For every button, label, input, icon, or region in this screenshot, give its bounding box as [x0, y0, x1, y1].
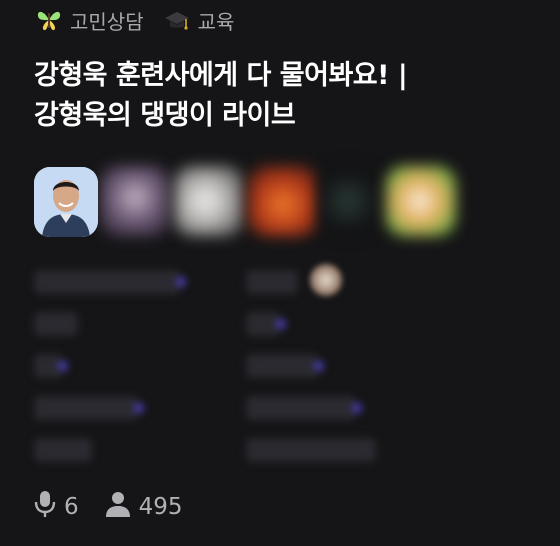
- tag-label: 교육: [197, 9, 235, 34]
- title-line-2: 강형욱의 댕댕이 라이브: [34, 100, 296, 131]
- host-avatar[interactable]: [34, 167, 98, 237]
- speaker-avatar[interactable]: [320, 166, 376, 236]
- speaker-avatar[interactable]: [386, 166, 456, 236]
- participant-name: [246, 312, 286, 336]
- participant-name: [34, 396, 144, 420]
- graduation-cap-icon: [164, 8, 190, 32]
- room-stats: 6 495: [34, 490, 199, 524]
- listener-count-value: 495: [138, 494, 183, 520]
- participant-name: [246, 438, 376, 462]
- title-line-1: 강형욱 훈련사에게 다 물어봐요! |: [34, 60, 408, 91]
- speaker-avatar[interactable]: [100, 166, 170, 236]
- participant-name: [34, 312, 78, 336]
- listener-count: 495: [105, 491, 183, 523]
- speaker-avatar[interactable]: [174, 166, 244, 236]
- tag-education[interactable]: 교육: [164, 6, 235, 35]
- category-tags: 고민상담 교육: [36, 4, 234, 36]
- speaker-avatar[interactable]: [248, 166, 318, 236]
- participant-name: [34, 270, 186, 294]
- speaker-count: 6: [34, 490, 79, 524]
- butterfly-icon: [36, 8, 62, 32]
- page-title: 강형욱 훈련사에게 다 물어봐요! | 강형욱의 댕댕이 라이브: [34, 56, 534, 136]
- person-icon: [105, 491, 131, 523]
- participant-avatar: [310, 264, 342, 296]
- speaker-count-value: 6: [64, 494, 79, 520]
- participant-name: [246, 396, 362, 420]
- participant-name: [34, 354, 68, 378]
- tag-label: 고민상담: [70, 9, 144, 34]
- participant-name: [34, 438, 92, 462]
- microphone-icon: [34, 490, 56, 524]
- tag-advice[interactable]: 고민상담: [36, 6, 144, 35]
- participant-name: [246, 354, 324, 378]
- participant-name: [246, 270, 298, 294]
